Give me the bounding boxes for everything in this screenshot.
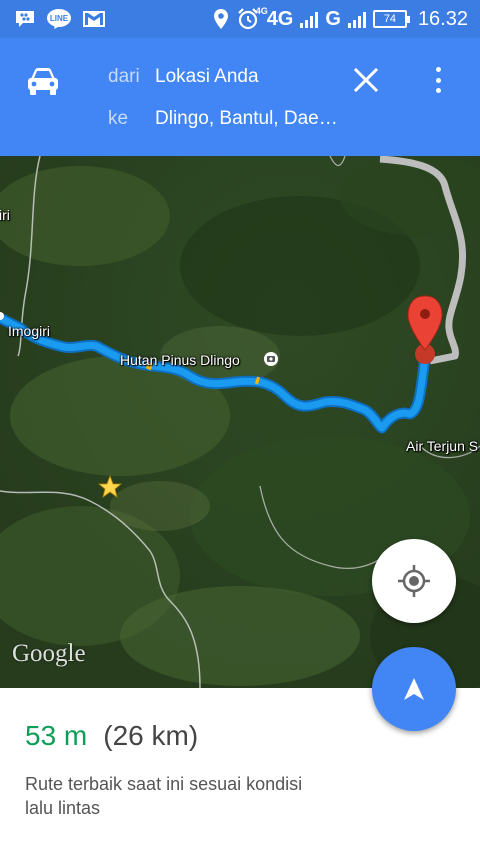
system-icons: 4G 4G G 74 16.32 <box>213 5 468 33</box>
bbm-icon <box>16 11 34 27</box>
origin-label: dari <box>108 66 140 87</box>
car-icon[interactable] <box>26 66 60 96</box>
my-location-button[interactable] <box>372 539 456 623</box>
navigate-button[interactable] <box>372 647 456 731</box>
directions-header: dari Lokasi Anda ke Dlingo, Bantul, Dae… <box>0 38 480 156</box>
travel-time: 53 m <box>25 720 88 751</box>
origin-row[interactable]: dari Lokasi Anda <box>108 66 259 88</box>
destination-field[interactable]: Dlingo, Bantul, Dae… <box>155 108 338 130</box>
more-vert-icon[interactable] <box>426 64 450 96</box>
my-location-icon <box>398 565 430 597</box>
notification-icons: LINE <box>14 6 106 32</box>
origin-field[interactable]: Lokasi Anda <box>155 66 259 88</box>
route-eta: 53 m (26 km) <box>25 720 198 752</box>
close-icon[interactable] <box>352 66 380 94</box>
location-icon <box>213 9 228 29</box>
map-label-edge[interactable]: iri <box>0 207 10 223</box>
status-bar: LINE 4G 4G G 74 16.32 <box>0 0 480 38</box>
destination-label: ke <box>108 108 129 129</box>
battery-indicator: 74 <box>372 10 410 28</box>
network-type-g: G <box>325 7 341 30</box>
navigation-arrow-icon <box>404 678 424 700</box>
signal-icon <box>300 12 319 28</box>
line-label: LINE <box>50 14 69 23</box>
map-label-hutan-pinus[interactable]: Hutan Pinus Dlingo <box>120 352 240 368</box>
signal-icon <box>347 12 366 28</box>
gmail-icon <box>83 11 105 27</box>
clock: 16.32 <box>417 7 468 30</box>
destination-row[interactable]: ke Dlingo, Bantul, Dae… <box>108 108 338 130</box>
battery-level: 74 <box>383 13 397 25</box>
route-note: Rute terbaik saat ini sesuai kondisi lal… <box>25 774 303 818</box>
map-label-air-terjun[interactable]: Air Terjun S <box>406 438 478 454</box>
map-label-imogiri[interactable]: Imogiri <box>8 323 50 339</box>
google-logo: Google <box>12 640 86 667</box>
line-icon: LINE <box>47 9 71 29</box>
network-type-4g: 4G 4G <box>255 5 294 30</box>
travel-distance: (26 km) <box>103 720 199 751</box>
